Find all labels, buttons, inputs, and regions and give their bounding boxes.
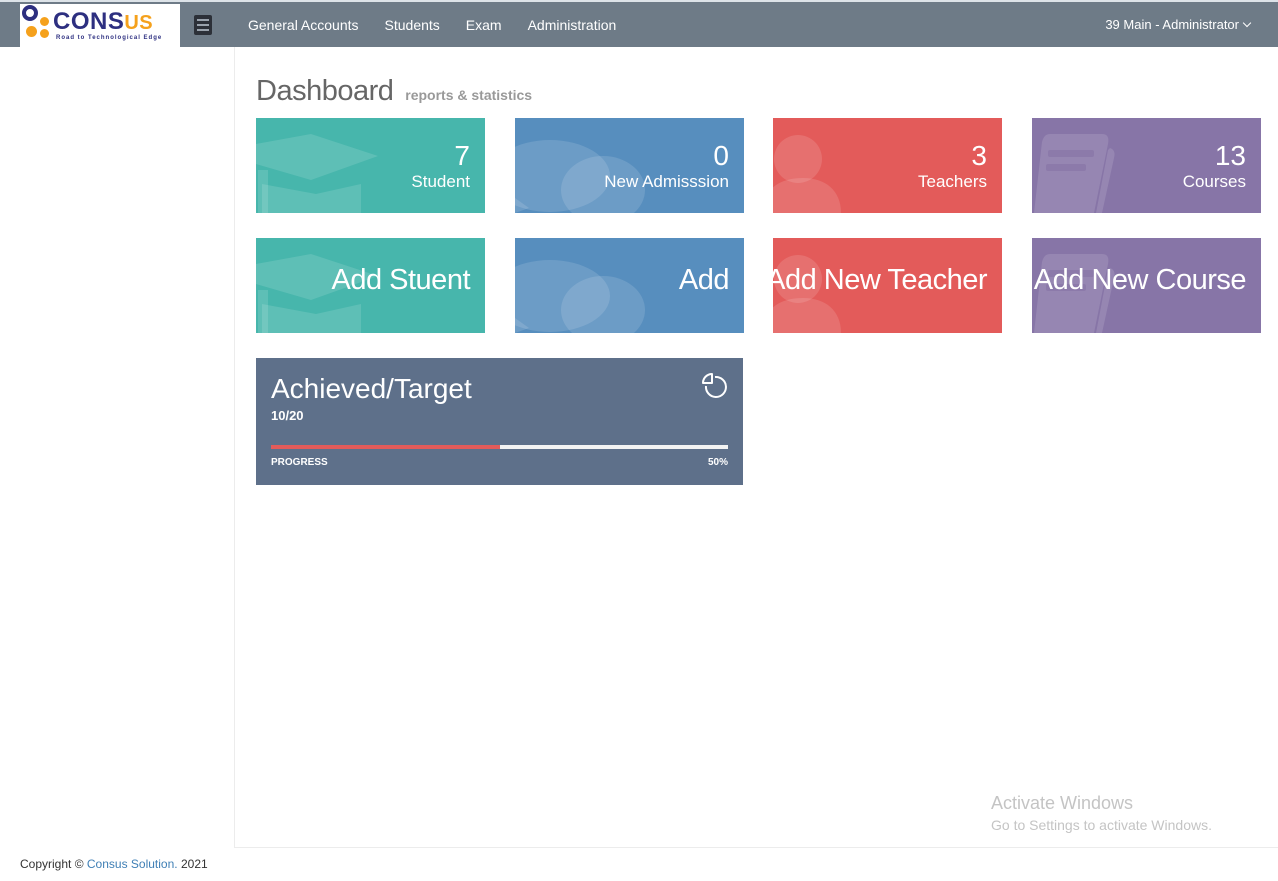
progress-percent: 50% bbox=[707, 457, 728, 468]
add-new-teacher-button[interactable]: Add New Teacher bbox=[773, 238, 1002, 333]
add-new-course-button[interactable]: Add New Course bbox=[1032, 238, 1261, 333]
page-subtitle: reports & statistics bbox=[405, 87, 533, 103]
stat-value: 0 bbox=[713, 140, 729, 171]
logo-text-primary: CONS bbox=[53, 8, 125, 35]
stat-label: Courses bbox=[1182, 172, 1246, 191]
stat-label: Teachers bbox=[918, 172, 987, 191]
achieved-target-card: Achieved/Target 10/20 PROGRESS 50% bbox=[256, 358, 743, 485]
footer-company-link[interactable]: Consus Solution. bbox=[87, 857, 178, 871]
action-label: Add bbox=[678, 264, 730, 296]
progress-bar bbox=[271, 445, 728, 449]
progress-title: Achieved/Target bbox=[271, 373, 472, 404]
comments-icon bbox=[515, 140, 645, 213]
page-title-main: Dashboard bbox=[256, 75, 394, 107]
watermark-subtitle: Go to Settings to activate Windows. bbox=[991, 817, 1212, 833]
comments-icon bbox=[515, 260, 645, 333]
hamburger-icon[interactable] bbox=[194, 15, 212, 35]
footer-year: 2021 bbox=[180, 857, 208, 871]
user-icon bbox=[773, 135, 841, 213]
logo-wordmark: CONSUS bbox=[53, 8, 153, 37]
logo-dot bbox=[40, 29, 49, 38]
progress-label: PROGRESS bbox=[271, 457, 328, 468]
user-menu-dropdown[interactable]: 39 Main - Administrator bbox=[1105, 2, 1252, 47]
stat-value: 13 bbox=[1214, 140, 1246, 171]
sidebar bbox=[0, 47, 235, 848]
stat-tile-teachers[interactable]: 3 Teachers bbox=[773, 118, 1002, 213]
add-admission-button[interactable]: Add bbox=[515, 238, 744, 333]
watermark-title: Activate Windows bbox=[991, 793, 1134, 813]
stat-tile-new-admission[interactable]: 0 New Admisssion bbox=[515, 118, 744, 213]
stat-value: 7 bbox=[454, 140, 470, 171]
logo-mark-icon bbox=[22, 5, 38, 21]
consus-logo[interactable]: CONSUS Road to Technological Edge bbox=[20, 4, 180, 48]
top-navbar: CONSUS Road to Technological Edge Genera… bbox=[0, 0, 1278, 48]
chevron-down-icon bbox=[1242, 18, 1252, 27]
main-nav: General Accounts Students Exam Administr… bbox=[248, 2, 642, 47]
nav-students[interactable]: Students bbox=[385, 17, 440, 33]
progress-value: 10/20 bbox=[271, 408, 304, 423]
book-icon bbox=[1034, 134, 1115, 213]
action-label: Add New Course bbox=[1033, 264, 1247, 296]
stat-tile-courses[interactable]: 13 Courses bbox=[1032, 118, 1261, 213]
user-menu-label: 39 Main - Administrator bbox=[1105, 17, 1239, 32]
progress-bar-fill bbox=[271, 445, 500, 449]
action-label: Add Stuent bbox=[331, 264, 471, 296]
logo-tagline: Road to Technological Edge bbox=[56, 35, 163, 41]
stat-label: Student bbox=[411, 172, 470, 191]
graduation-cap-icon bbox=[256, 134, 378, 213]
page-title: Dashboard reports & statistics bbox=[256, 71, 532, 108]
footer-copyright: Copyright © bbox=[20, 857, 84, 871]
logo-text-accent: US bbox=[124, 12, 154, 34]
activate-windows-watermark: Activate Windows Go to Settings to activ… bbox=[991, 792, 1212, 836]
nav-exam[interactable]: Exam bbox=[466, 17, 502, 33]
add-student-button[interactable]: Add Stuent bbox=[256, 238, 485, 333]
stat-value: 3 bbox=[971, 140, 987, 171]
footer: Copyright © Consus Solution. 2021 bbox=[20, 857, 208, 871]
logo-dot bbox=[40, 17, 49, 26]
action-label: Add New Teacher bbox=[773, 264, 987, 296]
nav-general-accounts[interactable]: General Accounts bbox=[248, 17, 359, 33]
stat-tile-students[interactable]: 7 Student bbox=[256, 118, 485, 213]
nav-administration[interactable]: Administration bbox=[528, 17, 617, 33]
main-content: Dashboard reports & statistics 7 Student… bbox=[235, 47, 1278, 848]
pie-chart-icon bbox=[702, 373, 727, 398]
logo-dot bbox=[26, 26, 37, 37]
stat-label: New Admisssion bbox=[604, 172, 729, 191]
